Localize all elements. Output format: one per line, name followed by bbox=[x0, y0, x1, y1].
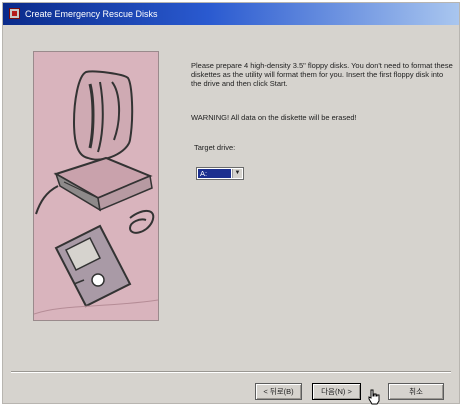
target-drive-select[interactable]: A: ▼ bbox=[196, 167, 244, 180]
hand-cursor-icon bbox=[368, 389, 380, 405]
warning-text: WARNING! All data on the diskette will b… bbox=[191, 113, 357, 122]
target-drive-value: A: bbox=[198, 169, 231, 178]
button-separator bbox=[11, 371, 451, 373]
instructions-text: Please prepare 4 high-density 3.5" flopp… bbox=[191, 61, 453, 88]
cancel-button[interactable]: 취소 bbox=[388, 383, 444, 400]
window-title: Create Emergency Rescue Disks bbox=[25, 9, 158, 19]
title-bar[interactable]: Create Emergency Rescue Disks bbox=[3, 3, 459, 25]
computer-floppy-illustration bbox=[33, 51, 159, 321]
chevron-down-icon[interactable]: ▼ bbox=[232, 169, 242, 178]
back-button[interactable]: < 뒤로(B) bbox=[255, 383, 302, 400]
app-icon bbox=[9, 8, 20, 19]
next-button[interactable]: 다음(N) > bbox=[312, 383, 361, 400]
target-drive-label: Target drive: bbox=[194, 143, 236, 152]
wizard-window: Create Emergency Rescue Disks Please pre… bbox=[2, 2, 460, 404]
